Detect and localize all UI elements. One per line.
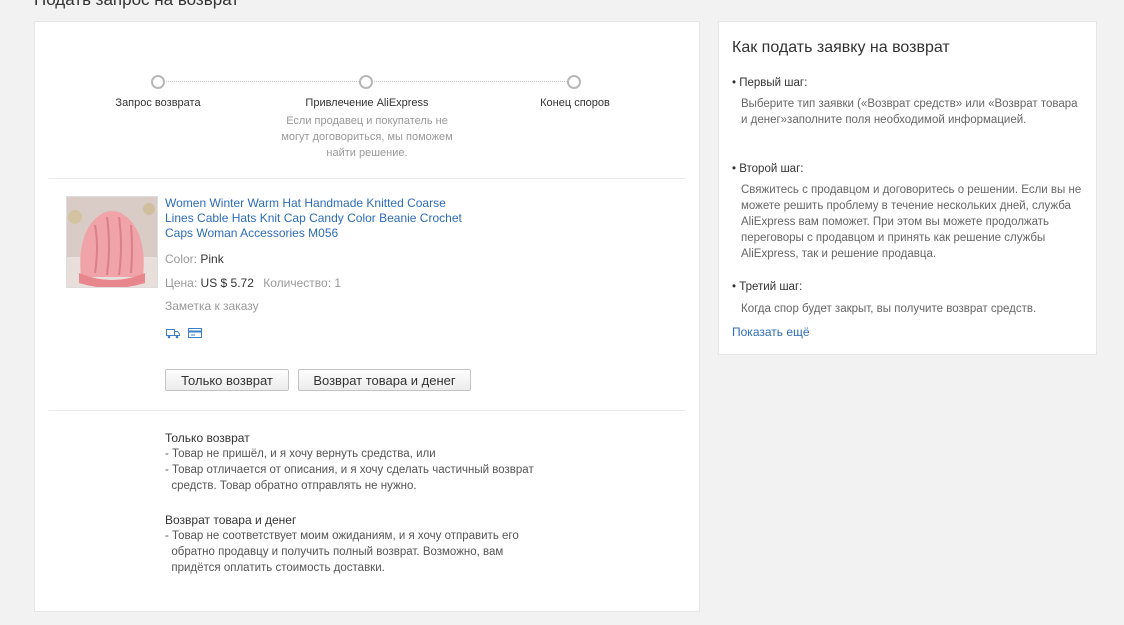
return-and-refund-item: придётся оплатить стоимость доставки. — [165, 562, 385, 574]
sidebar-step-text: Выберите тип заявки («Возврат средств» и… — [741, 98, 1078, 126]
price-value: US $ 5.72 — [200, 276, 254, 290]
refund-only-explanation: Только возврат - Товар не пришёл, и я хо… — [165, 430, 585, 494]
quantity-value: 1 — [334, 276, 342, 290]
step-dot-end — [567, 75, 581, 89]
sidebar-step-label: • Первый шаг: — [732, 77, 808, 89]
divider — [49, 410, 685, 411]
step-dot-aliexpress — [359, 75, 373, 89]
color-label: Color: — [165, 252, 198, 266]
how-to-sidebar: Как подать заявку на возврат • Первый ша… — [718, 21, 1097, 355]
refund-only-heading: Только возврат — [165, 431, 250, 445]
sidebar-title: Как подать заявку на возврат — [732, 39, 950, 56]
sidebar-step-label: • Третий шаг: — [732, 281, 803, 293]
step-dot-request — [151, 75, 165, 89]
return-and-refund-explanation: Возврат товара и денег - Товар не соотве… — [165, 512, 585, 576]
product-image[interactable] — [66, 196, 158, 288]
product-price-qty: Цена: US $ 5.72 Количество: 1 — [165, 276, 341, 290]
sidebar-step-text: Свяжитесь с продавцом и договоритесь о р… — [741, 184, 1082, 260]
product-title-link[interactable]: Women Winter Warm Hat Handmade Knitted C… — [165, 196, 465, 241]
return-and-refund-button[interactable]: Возврат товара и денег — [298, 369, 471, 391]
payment-card-icon[interactable] — [188, 326, 202, 338]
return-and-refund-heading: Возврат товара и денег — [165, 513, 297, 527]
color-value: Pink — [200, 252, 224, 266]
refund-only-item: - Товар не пришёл, и я хочу вернуть сред… — [165, 448, 436, 460]
refund-only-item: - Товар отличается от описания, и я хочу… — [165, 464, 534, 476]
return-and-refund-item: обратно продавцу и получить полный возвр… — [165, 546, 504, 558]
step-label-request: Запрос возврата — [115, 97, 201, 109]
refund-only-button[interactable]: Только возврат — [165, 369, 289, 391]
step-label-aliexpress: Привлечение AliExpress — [305, 97, 429, 109]
step-description: Если продавец и покупатель не могут дого… — [281, 115, 453, 159]
step-label-end: Конец споров — [540, 97, 610, 109]
shipping-icon[interactable] — [166, 326, 180, 339]
sidebar-step-text: Когда спор будет закрыт, вы получите воз… — [741, 303, 1037, 315]
page-title: Подать запрос на возврат — [34, 0, 239, 10]
return-and-refund-item: - Товар не соответствует моим ожиданиям,… — [165, 530, 519, 542]
price-label: Цена: — [165, 276, 198, 290]
order-note[interactable]: Заметка к заказу — [165, 299, 259, 313]
refund-only-item: средств. Товар обратно отправлять не нуж… — [165, 480, 417, 492]
refund-request-card: Запрос возврата Привлечение AliExpress К… — [34, 21, 700, 612]
quantity-label: Количество: — [263, 276, 332, 290]
divider — [49, 178, 685, 179]
product-color: Color: Pink — [165, 252, 224, 266]
show-more-link[interactable]: Показать ещё — [732, 325, 810, 339]
sidebar-step-label: • Второй шаг: — [732, 163, 804, 175]
